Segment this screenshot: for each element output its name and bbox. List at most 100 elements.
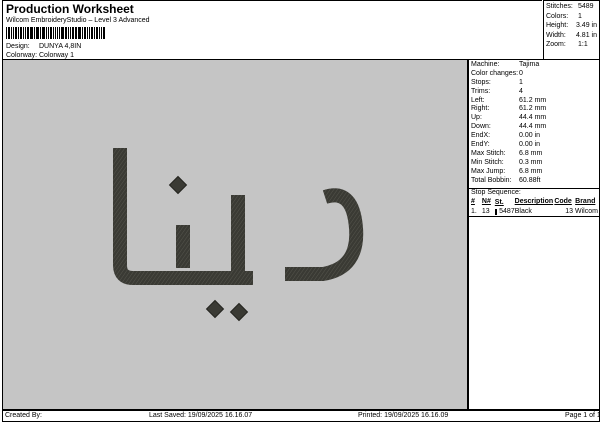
property-value: 60.88ft	[519, 176, 541, 184]
divider	[469, 216, 599, 218]
barcode-bar	[93, 27, 95, 39]
row-stitches: 5487	[499, 207, 515, 215]
worksheet-footer: Created By: Last Saved: 19/09/2025 16.16…	[2, 410, 600, 422]
barcode-bar	[7, 27, 10, 39]
col-header-stitches: St.	[494, 198, 504, 206]
barcode-bar	[99, 27, 101, 39]
design-value: DUNYA 4,8IN	[39, 43, 82, 50]
printed-date: Printed: 19/09/2025 16.16.09	[358, 412, 449, 419]
property-value: Tajima	[519, 61, 540, 68]
software-subtitle: Wilcom EmbroideryStudio – Level 3 Advanc…	[6, 17, 150, 24]
design-label: Design:	[6, 43, 30, 50]
barcode-bar	[52, 27, 54, 39]
barcode-bar	[78, 27, 82, 39]
property-value: 1	[519, 78, 523, 86]
barcode-bar	[88, 27, 90, 39]
barcode-bar	[33, 27, 35, 39]
stat-label: Width:	[546, 31, 566, 39]
barcode-bar	[71, 27, 74, 39]
barcode-bar	[45, 27, 47, 39]
design-preview	[2, 59, 468, 410]
design-row: Design: DUNYA 4,8IN	[6, 43, 81, 51]
barcode-bar	[95, 27, 99, 39]
stat-label: Colors:	[546, 12, 569, 20]
barcode-bar	[84, 27, 86, 39]
property-label: EndX:	[471, 132, 491, 140]
property-row: Color changes: 0	[471, 70, 597, 79]
property-value: 0.00 in	[519, 141, 541, 149]
arabic-lettering	[113, 148, 364, 285]
dot-mark	[205, 299, 225, 319]
barcode-bar	[12, 27, 14, 39]
row-needle: 13	[481, 207, 490, 215]
stat-value: 4.81 in	[575, 31, 597, 39]
barcode-bar	[40, 27, 42, 39]
property-label: EndY:	[471, 141, 490, 149]
barcode-bar	[18, 27, 20, 39]
property-row: Total Bobbin: 60.88ft	[471, 177, 597, 186]
property-value: 44.4 mm	[519, 123, 547, 131]
barcode-bar	[49, 27, 52, 39]
barcode-bar	[29, 27, 33, 39]
property-row: Max Stitch: 6.8 mm	[471, 150, 597, 159]
properties-panel: Machine: Tajima Color changes: 0 Stops: 1 T…	[468, 59, 600, 410]
property-row: Trims: 4	[471, 88, 597, 97]
property-label: Max Jump:	[471, 167, 506, 175]
stat-label: Zoom:	[546, 41, 566, 48]
property-value: 4	[519, 87, 523, 95]
stat-label: Stitches:	[546, 3, 573, 10]
row-description: Black	[514, 207, 532, 215]
barcode-bar	[90, 27, 93, 39]
barcode-bar	[61, 27, 65, 39]
barcode-bar	[76, 27, 78, 39]
stat-row: Stitches: 5489	[546, 3, 597, 13]
property-value: 61.2 mm	[519, 105, 547, 113]
dot-mark	[229, 302, 249, 322]
barcode-bar	[103, 27, 105, 39]
property-label: Max Stitch:	[471, 149, 506, 157]
barcode-bar	[74, 27, 76, 39]
barcode-bar	[54, 27, 57, 39]
barcode-bar	[65, 27, 67, 39]
col-header-needle: N#	[481, 198, 491, 206]
property-row: Max Jump: 6.8 mm	[471, 168, 597, 177]
property-label: Stops:	[471, 78, 491, 86]
property-label: Machine:	[471, 61, 500, 68]
worksheet-page: Production Worksheet Wilcom EmbroiderySt…	[0, 0, 600, 424]
barcode-bar	[35, 27, 37, 39]
property-label: Min Stitch:	[471, 158, 504, 166]
col-header-brand: Brand	[575, 198, 596, 206]
property-label: Left:	[471, 96, 485, 104]
table-row: 1. 13 5487 Black 13 Wilcom	[469, 207, 599, 216]
property-label: Up:	[471, 114, 482, 122]
row-stitches-cell: 5487	[494, 207, 515, 216]
stat-row: Colors: 1	[546, 13, 597, 23]
barcode-bar	[37, 27, 40, 39]
stat-value: 3.49 in	[575, 22, 597, 29]
worksheet-header: Production Worksheet Wilcom EmbroiderySt…	[2, 0, 542, 60]
property-label: Trims:	[471, 87, 491, 95]
stat-value: 1	[578, 12, 582, 20]
stat-label: Height:	[546, 22, 569, 29]
property-value: 44.4 mm	[519, 114, 547, 122]
barcode-bar	[82, 27, 84, 39]
barcode-bar	[57, 27, 59, 39]
barcode-bar	[101, 27, 103, 39]
property-value: 0	[519, 69, 523, 77]
property-row: EndY: 0.00 in	[471, 141, 597, 150]
property-row: Left: 61.2 mm	[471, 97, 597, 106]
col-header-description: Description	[514, 198, 554, 206]
row-num: 1.	[471, 207, 477, 215]
property-row: Right: 61.2 mm	[471, 105, 597, 114]
property-row: Down: 44.4 mm	[471, 123, 597, 132]
row-code: 13	[565, 207, 573, 215]
row-brand: Wilcom	[575, 207, 598, 215]
property-value: 6.8 mm	[519, 149, 543, 157]
created-by: Created By:	[5, 412, 42, 419]
property-row: Min Stitch: 0.3 mm	[471, 159, 597, 168]
barcode-bar	[69, 27, 71, 39]
property-label: Color changes:	[471, 69, 519, 77]
machine-properties: Machine: Tajima Color changes: 0 Stops: 1 T…	[469, 60, 599, 186]
barcode-bar	[20, 27, 23, 39]
property-row: Machine: Tajima	[471, 61, 597, 70]
